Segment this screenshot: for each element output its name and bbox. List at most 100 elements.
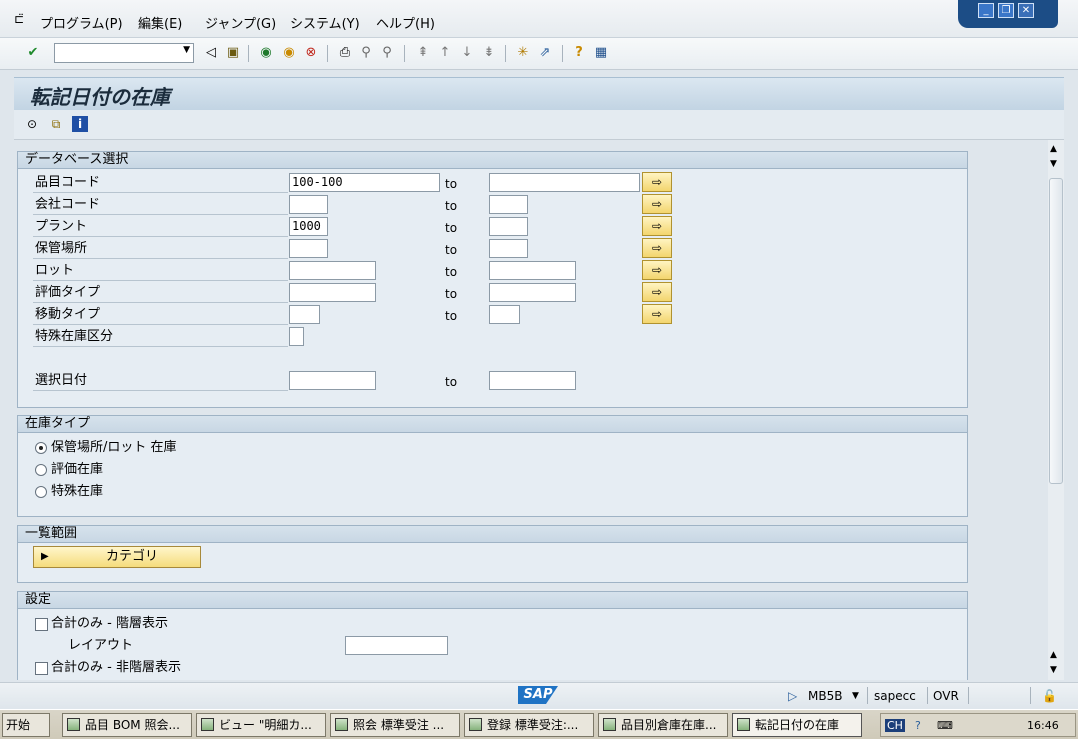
scrollbar-thumb[interactable] bbox=[1049, 178, 1063, 484]
menu-system[interactable]: システム(Y) bbox=[290, 13, 360, 32]
taskbar-item[interactable]: 登録 標準受注:... bbox=[464, 713, 594, 737]
next-page-icon[interactable]: ↓ bbox=[458, 44, 476, 62]
stock-type-group: 在庫タイプ 保管場所/ロット 在庫 評価在庫 特殊在庫 bbox=[17, 415, 968, 517]
row-underline bbox=[33, 236, 288, 237]
plant-to-input[interactable] bbox=[489, 217, 528, 236]
menu-jump[interactable]: ジャンプ(G) bbox=[205, 13, 276, 32]
taskbar-item[interactable]: 品目 BOM 照会... bbox=[62, 713, 192, 737]
clock: 16:46 bbox=[1027, 719, 1059, 732]
company-code-to-input[interactable] bbox=[489, 195, 528, 214]
enter-icon[interactable]: ✔ bbox=[24, 44, 42, 62]
input-method-icon[interactable]: ⌨ bbox=[937, 719, 953, 732]
find-next-icon[interactable]: ⚲ bbox=[378, 44, 396, 62]
triangle-right-icon[interactable]: ▷ bbox=[788, 689, 797, 703]
server-name: sapecc bbox=[874, 689, 916, 703]
movement-type-from-input[interactable] bbox=[289, 305, 320, 324]
storage-location-from-input[interactable] bbox=[289, 239, 328, 258]
company-code-from-input[interactable] bbox=[289, 195, 328, 214]
batch-from-input[interactable] bbox=[289, 261, 376, 280]
to-label: to bbox=[445, 221, 458, 235]
previous-page-icon[interactable]: ↑ bbox=[436, 44, 454, 62]
row-underline bbox=[33, 258, 288, 259]
valuation-type-to-input[interactable] bbox=[489, 283, 576, 302]
triangle-right-icon: ▶ bbox=[41, 551, 49, 562]
field-label-storage-location: 保管場所 bbox=[35, 241, 88, 256]
variant-icon[interactable]: ⧉ bbox=[48, 116, 64, 132]
save-icon[interactable]: ▣ bbox=[224, 44, 242, 62]
multiple-selection-button[interactable]: ⇨ bbox=[642, 216, 672, 236]
scroll-down-icon[interactable]: ▼ bbox=[1050, 665, 1057, 675]
help-icon[interactable]: ? bbox=[570, 44, 588, 62]
sap-window-icon bbox=[201, 718, 214, 731]
vertical-scrollbar[interactable]: ▲ ▼ ▲ ▼ bbox=[1048, 140, 1064, 680]
language-indicator[interactable]: CH bbox=[885, 719, 905, 732]
menu-edit[interactable]: 編集(E) bbox=[138, 13, 182, 32]
cancel-icon[interactable]: ⊗ bbox=[302, 44, 320, 62]
special-stock-input[interactable] bbox=[289, 327, 304, 346]
multiple-selection-button[interactable]: ⇨ bbox=[642, 304, 672, 324]
scroll-up-icon[interactable]: ▼ bbox=[1050, 159, 1057, 169]
help-tray-icon[interactable]: ? bbox=[915, 719, 921, 732]
last-page-icon[interactable]: ⇟ bbox=[480, 44, 498, 62]
new-session-icon[interactable]: ✳ bbox=[514, 44, 532, 62]
valuation-type-from-input[interactable] bbox=[289, 283, 376, 302]
find-icon[interactable]: ⚲ bbox=[357, 44, 375, 62]
menu-help[interactable]: ヘルプ(H) bbox=[376, 13, 435, 32]
chevron-down-icon[interactable]: ▼ bbox=[183, 45, 190, 55]
triangle-left-icon[interactable]: ◁ bbox=[202, 44, 220, 62]
shortcut-icon[interactable]: ⇗ bbox=[536, 44, 554, 62]
window-controls: _ ❐ ✕ bbox=[958, 0, 1058, 28]
toolbar-separator bbox=[562, 45, 563, 62]
multiple-selection-button[interactable]: ⇨ bbox=[642, 238, 672, 258]
chevron-down-icon[interactable]: ▼ bbox=[852, 691, 859, 701]
group-title: 一覧範囲 bbox=[18, 526, 967, 543]
taskbar-item[interactable]: 品目別倉庫在庫... bbox=[598, 713, 728, 737]
batch-to-input[interactable] bbox=[489, 261, 576, 280]
radio-storage-location-batch[interactable] bbox=[35, 442, 47, 454]
insert-mode[interactable]: OVR bbox=[933, 689, 959, 703]
movement-type-to-input[interactable] bbox=[489, 305, 520, 324]
back-icon[interactable]: ◉ bbox=[257, 44, 275, 62]
layout-menu-icon[interactable]: ▦ bbox=[592, 44, 610, 62]
status-separator bbox=[968, 687, 969, 704]
radio-valuated-stock[interactable] bbox=[35, 464, 47, 476]
taskbar-item[interactable]: 照会 標準受注 ... bbox=[330, 713, 460, 737]
taskbar-item[interactable]: ビュー "明細カ... bbox=[196, 713, 326, 737]
totals-non-hierarchical-checkbox[interactable] bbox=[35, 662, 48, 675]
storage-location-to-input[interactable] bbox=[489, 239, 528, 258]
system-tray: CH ? ⌨ 16:46 bbox=[880, 713, 1076, 737]
multiple-selection-button[interactable]: ⇨ bbox=[642, 194, 672, 214]
selection-date-to-input[interactable] bbox=[489, 371, 576, 390]
minimize-icon[interactable]: _ bbox=[978, 3, 994, 18]
material-to-input[interactable] bbox=[489, 173, 640, 192]
menu-program[interactable]: プログラム(P) bbox=[40, 13, 123, 32]
close-icon[interactable]: ✕ bbox=[1018, 3, 1034, 18]
multiple-selection-button[interactable]: ⇨ bbox=[642, 172, 672, 192]
info-icon[interactable]: i bbox=[72, 116, 88, 132]
field-label-special-stock: 特殊在庫区分 bbox=[35, 329, 114, 344]
execute-icon[interactable]: ⊙ bbox=[24, 116, 40, 132]
multiple-selection-button[interactable]: ⇨ bbox=[642, 282, 672, 302]
command-field[interactable]: ▼ bbox=[54, 43, 194, 63]
taskbar-item-active[interactable]: 転記日付の在庫 bbox=[732, 713, 862, 737]
scroll-up-icon[interactable]: ▲ bbox=[1050, 650, 1057, 660]
group-title: 設定 bbox=[18, 592, 967, 609]
exit-icon[interactable]: ◉ bbox=[280, 44, 298, 62]
radio-special-stock[interactable] bbox=[35, 486, 47, 498]
material-from-input[interactable]: 100-100 bbox=[289, 173, 440, 192]
multiple-selection-button[interactable]: ⇨ bbox=[642, 260, 672, 280]
application-toolbar: ⊙ ⧉ i bbox=[14, 110, 1064, 140]
start-button[interactable]: 开始 bbox=[2, 713, 50, 737]
layout-input[interactable] bbox=[345, 636, 448, 655]
scroll-up-icon[interactable]: ▲ bbox=[1050, 144, 1057, 154]
print-icon[interactable]: ⎙ bbox=[336, 44, 354, 62]
selection-date-from-input[interactable] bbox=[289, 371, 376, 390]
category-button[interactable]: ▶ カテゴリ bbox=[33, 546, 201, 568]
first-page-icon[interactable]: ⇞ bbox=[414, 44, 432, 62]
status-separator bbox=[927, 687, 928, 704]
system-menu-icon[interactable]: ⊏̈ bbox=[14, 12, 24, 26]
restore-icon[interactable]: ❐ bbox=[998, 3, 1014, 18]
row-underline bbox=[33, 302, 288, 303]
plant-from-input[interactable]: 1000 bbox=[289, 217, 328, 236]
totals-hierarchical-checkbox[interactable] bbox=[35, 618, 48, 631]
